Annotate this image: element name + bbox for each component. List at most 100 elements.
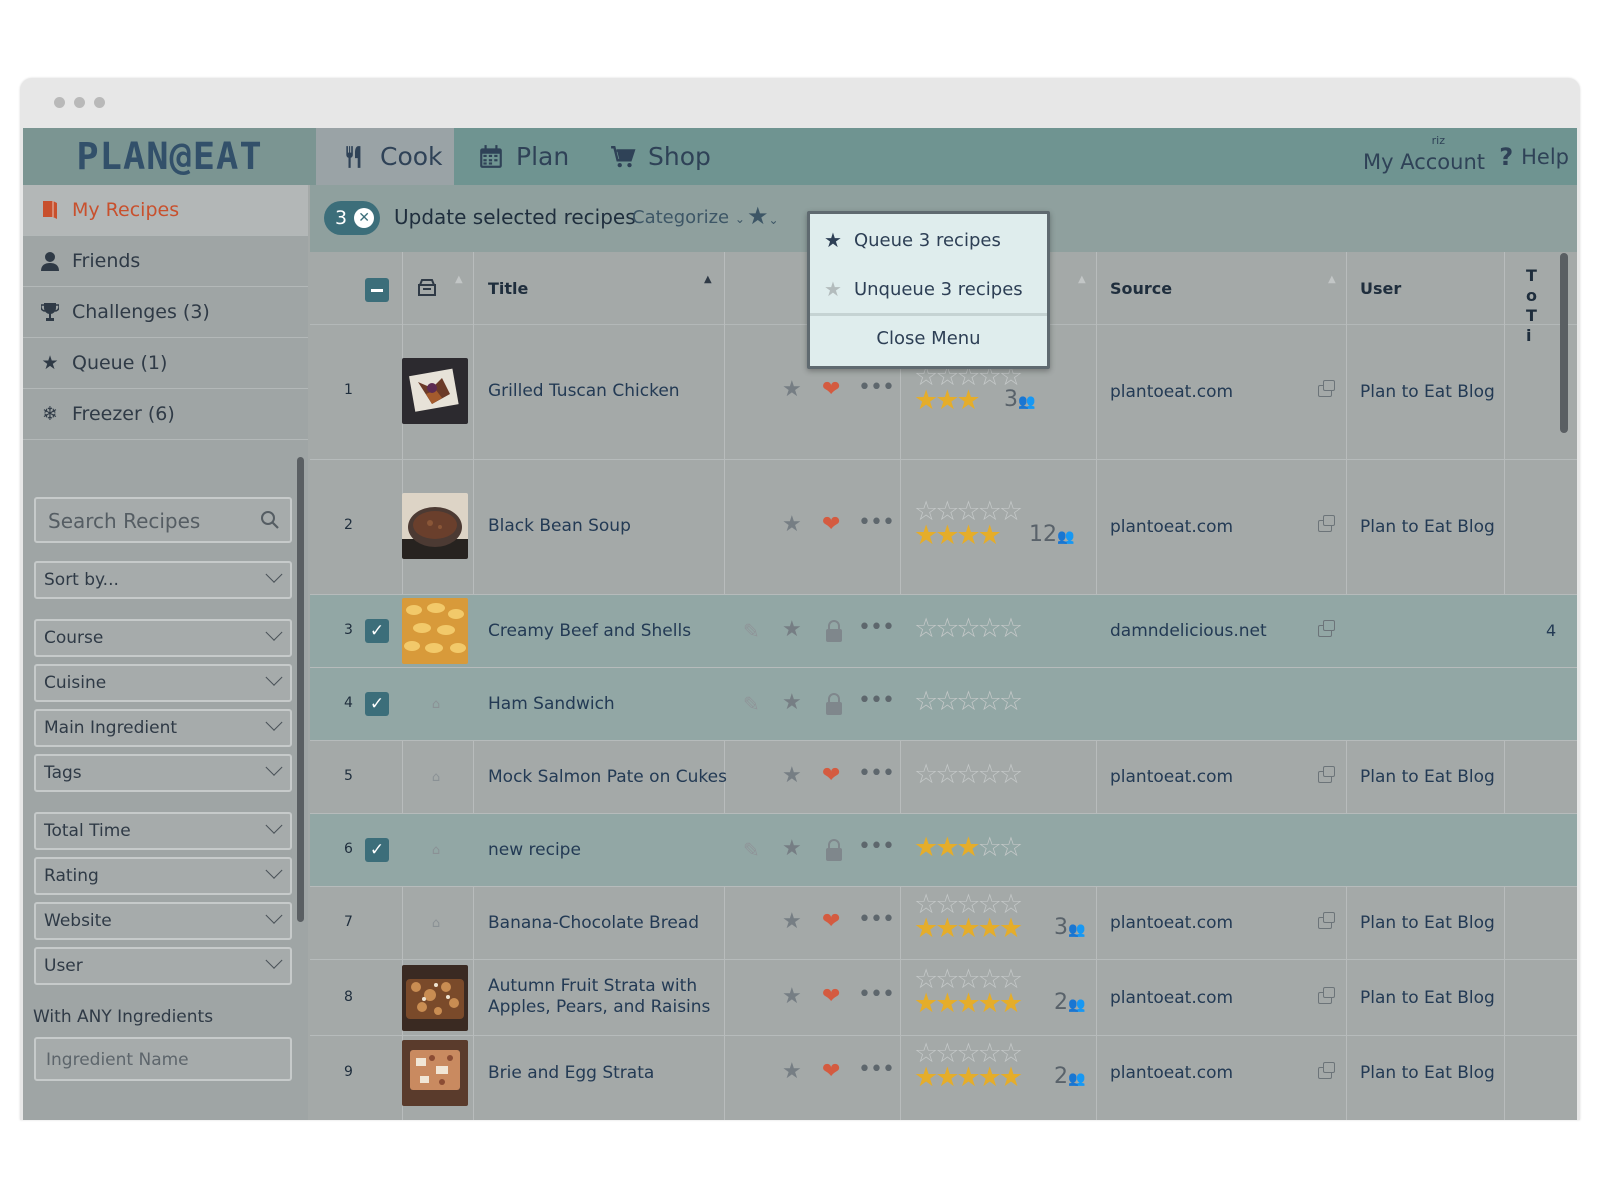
- recipe-source[interactable]: plantoeat.com: [1110, 517, 1233, 537]
- recipe-title[interactable]: Mock Salmon Pate on Cukes: [488, 767, 728, 788]
- recipe-user[interactable]: Plan to Eat Blog: [1360, 517, 1495, 537]
- more-options-icon[interactable]: •••: [858, 982, 895, 1007]
- more-options-icon[interactable]: •••: [858, 1057, 895, 1082]
- table-row[interactable]: 2 Black Bean Soup ★ ❤ ••• ☆☆☆☆☆ ★★★★ 12👥…: [310, 460, 1577, 595]
- recipe-source[interactable]: plantoeat.com: [1110, 1063, 1233, 1083]
- window-dot[interactable]: [74, 97, 85, 108]
- recipe-title[interactable]: Ham Sandwich: [488, 694, 728, 715]
- queue-star-icon[interactable]: ★: [782, 836, 802, 861]
- sidebar-scrollbar[interactable]: [297, 457, 304, 922]
- queue-star-icon[interactable]: ★: [782, 984, 802, 1009]
- my-rating-stars[interactable]: ☆☆☆☆☆: [914, 759, 1023, 790]
- recipe-photo[interactable]: [402, 493, 468, 559]
- logo-area[interactable]: PLAN@EAT: [23, 128, 316, 185]
- favorite-heart-icon[interactable]: ❤: [822, 984, 840, 1009]
- favorite-heart-icon[interactable]: ❤: [822, 1059, 840, 1084]
- more-options-icon[interactable]: •••: [858, 510, 895, 535]
- search-input[interactable]: Search Recipes: [34, 497, 292, 543]
- photo-column-icon[interactable]: [417, 277, 437, 297]
- sidebar-item-my-recipes[interactable]: My Recipes: [23, 185, 308, 236]
- tab-shop[interactable]: Shop: [610, 128, 711, 185]
- external-link-icon[interactable]: [1318, 987, 1335, 1004]
- table-row[interactable]: 6 ✓ ⌂ new recipe ✎ ★ ••• ★★★☆☆: [310, 814, 1577, 887]
- sort-arrow-icon[interactable]: ▲: [1078, 274, 1086, 285]
- ingredient-input[interactable]: Ingredient Name: [34, 1037, 292, 1081]
- sort-arrow-icon[interactable]: ▲: [455, 274, 463, 285]
- help-link[interactable]: ? Help: [1499, 128, 1569, 185]
- rating-select[interactable]: Rating: [34, 857, 292, 895]
- clear-selection-icon[interactable]: ✕: [354, 208, 375, 228]
- recipe-photo[interactable]: [402, 598, 468, 664]
- categorize-dropdown[interactable]: Categorize ⌄: [632, 207, 745, 228]
- recipe-photo[interactable]: [402, 1040, 468, 1106]
- course-select[interactable]: Course: [34, 619, 292, 657]
- favorite-heart-icon[interactable]: ❤: [822, 377, 840, 402]
- recipe-title[interactable]: Black Bean Soup: [488, 516, 728, 537]
- my-rating-stars[interactable]: ☆☆☆☆☆: [914, 613, 1023, 644]
- recipe-source[interactable]: damndelicious.net: [1110, 621, 1267, 641]
- queue-star-icon[interactable]: ★: [782, 690, 802, 715]
- sort-select[interactable]: Sort by...: [34, 561, 292, 599]
- tags-select[interactable]: Tags: [34, 754, 292, 792]
- unqueue-recipes-option[interactable]: ★ Unqueue 3 recipes: [824, 277, 1023, 301]
- cuisine-select[interactable]: Cuisine: [34, 664, 292, 702]
- sort-arrow-icon[interactable]: ▲: [704, 274, 712, 285]
- recipe-user[interactable]: Plan to Eat Blog: [1360, 767, 1495, 787]
- sidebar-item-freezer[interactable]: ❄ Freezer (6): [23, 389, 308, 440]
- external-link-icon[interactable]: [1318, 912, 1335, 929]
- sort-arrow-icon[interactable]: ▲: [1328, 274, 1336, 285]
- my-rating-stars[interactable]: ☆☆☆☆☆: [914, 686, 1023, 717]
- queue-star-icon[interactable]: ★: [782, 1059, 802, 1084]
- table-row[interactable]: 3 ✓ Creamy Beef and Shells ✎ ★ ••• ☆☆☆☆☆…: [310, 595, 1577, 668]
- queue-dropdown[interactable]: ★⌄: [747, 202, 779, 230]
- more-options-icon[interactable]: •••: [858, 907, 895, 932]
- sidebar-item-queue[interactable]: ★ Queue (1): [23, 338, 308, 389]
- column-source[interactable]: Source: [1110, 279, 1172, 298]
- recipe-source[interactable]: plantoeat.com: [1110, 382, 1233, 402]
- edit-pencil-icon[interactable]: ✎: [743, 692, 760, 716]
- edit-pencil-icon[interactable]: ✎: [743, 838, 760, 862]
- external-link-icon[interactable]: [1318, 1062, 1335, 1079]
- external-link-icon[interactable]: [1318, 515, 1335, 532]
- selected-count-badge[interactable]: 3 ✕: [324, 201, 380, 235]
- favorite-heart-icon[interactable]: ❤: [822, 763, 840, 788]
- window-dot[interactable]: [54, 97, 65, 108]
- more-options-icon[interactable]: •••: [858, 688, 895, 713]
- more-options-icon[interactable]: •••: [858, 761, 895, 786]
- lock-icon[interactable]: [824, 619, 844, 643]
- recipe-title[interactable]: Banana-Chocolate Bread: [488, 913, 728, 934]
- column-title[interactable]: Title: [488, 279, 528, 298]
- recipe-title[interactable]: Grilled Tuscan Chicken: [488, 381, 728, 402]
- queue-recipes-option[interactable]: ★ Queue 3 recipes: [824, 228, 1001, 252]
- lock-icon[interactable]: [824, 838, 844, 862]
- table-row[interactable]: 4 ✓ ⌂ Ham Sandwich ✎ ★ ••• ☆☆☆☆☆: [310, 668, 1577, 741]
- favorite-heart-icon[interactable]: ❤: [822, 909, 840, 934]
- sidebar-item-challenges[interactable]: Challenges (3): [23, 287, 308, 338]
- row-checkbox[interactable]: ✓: [365, 692, 389, 716]
- queue-star-icon[interactable]: ★: [782, 763, 802, 788]
- external-link-icon[interactable]: [1318, 620, 1335, 637]
- queue-star-icon[interactable]: ★: [782, 377, 802, 402]
- edit-pencil-icon[interactable]: ✎: [743, 619, 760, 643]
- more-options-icon[interactable]: •••: [858, 834, 895, 859]
- recipe-source[interactable]: plantoeat.com: [1110, 988, 1233, 1008]
- table-row[interactable]: 8 Autumn Fruit Strata with Apples, Pears…: [310, 960, 1577, 1036]
- recipe-user[interactable]: Plan to Eat Blog: [1360, 913, 1495, 933]
- total-time-select[interactable]: Total Time: [34, 812, 292, 850]
- table-row[interactable]: 7 ⌂ Banana-Chocolate Bread ★ ❤ ••• ☆☆☆☆☆…: [310, 887, 1577, 960]
- window-dot[interactable]: [94, 97, 105, 108]
- recipe-photo[interactable]: [402, 358, 468, 424]
- recipe-title[interactable]: new recipe: [488, 840, 728, 861]
- more-options-icon[interactable]: •••: [858, 615, 895, 640]
- table-row[interactable]: 9 Brie and Egg Strata ★ ❤ ••• ☆☆☆☆☆ ★★★★…: [310, 1036, 1577, 1120]
- search-icon[interactable]: [260, 510, 280, 530]
- more-options-icon[interactable]: •••: [858, 375, 895, 400]
- external-link-icon[interactable]: [1318, 766, 1335, 783]
- sidebar-item-friends[interactable]: Friends: [23, 236, 308, 287]
- queue-star-icon[interactable]: ★: [782, 512, 802, 537]
- tab-cook[interactable]: Cook: [316, 128, 454, 185]
- table-scrollbar[interactable]: [1560, 253, 1568, 433]
- deselect-all-checkbox[interactable]: [365, 278, 389, 302]
- column-user[interactable]: User: [1360, 279, 1401, 298]
- main-ingredient-select[interactable]: Main Ingredient: [34, 709, 292, 747]
